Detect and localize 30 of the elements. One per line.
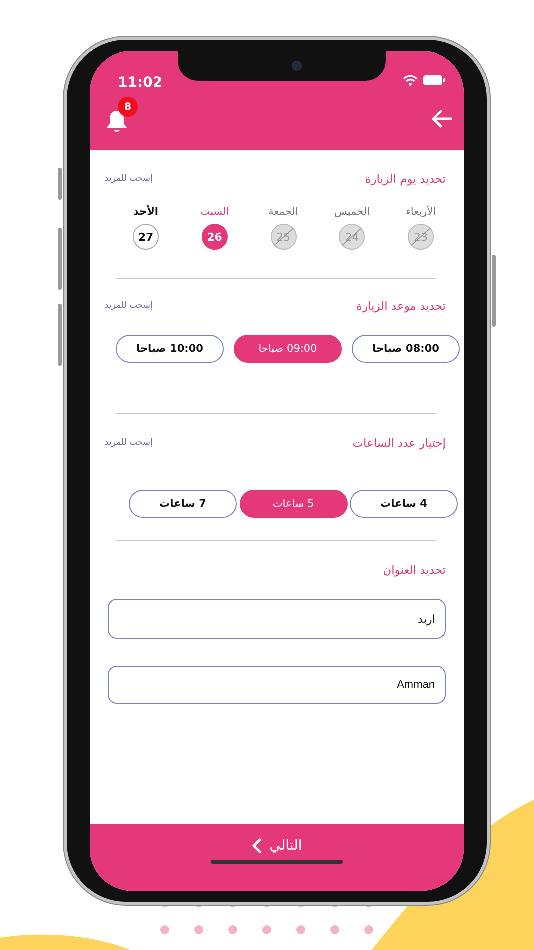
back-arrow-icon[interactable] bbox=[432, 110, 452, 128]
section-title: تحديد العنوان bbox=[383, 563, 446, 577]
bell-icon[interactable] bbox=[106, 109, 128, 133]
status-time: 11:02 bbox=[118, 75, 164, 91]
day-name: الجمعة bbox=[268, 206, 298, 218]
wifi-icon bbox=[403, 75, 418, 86]
option-pill[interactable]: 4 ساعات bbox=[350, 490, 458, 518]
section-title: تحديد يوم الزيارة bbox=[365, 172, 446, 186]
day-name: الخميس bbox=[334, 206, 370, 218]
address-field[interactable]: Amman bbox=[108, 666, 446, 704]
section-title: إختيار عدد الساعات bbox=[352, 436, 446, 450]
battery-icon bbox=[423, 75, 446, 86]
option-pill[interactable]: 09:00 صباحا bbox=[234, 335, 342, 363]
day-name: الأحد bbox=[133, 206, 159, 218]
notification-badge: 8 bbox=[118, 97, 138, 117]
address-field[interactable]: اربد bbox=[108, 599, 446, 639]
option-pill[interactable]: 10:00 صباحا bbox=[116, 335, 224, 363]
day-name: السبت bbox=[200, 206, 230, 218]
date-circle[interactable]: 27 bbox=[133, 224, 159, 250]
swipe-hint: إسحب للمزيد bbox=[105, 301, 153, 311]
date-circle[interactable]: 26 bbox=[202, 224, 228, 250]
swipe-hint: إسحب للمزيد bbox=[105, 438, 153, 448]
option-pill[interactable]: 7 ساعات bbox=[129, 490, 237, 518]
next-button[interactable]: التالي bbox=[246, 836, 308, 856]
day-name: الأربعاء bbox=[406, 206, 436, 218]
chevron-icon bbox=[252, 838, 262, 854]
option-pill[interactable]: 08:00 صباحا bbox=[352, 335, 460, 363]
option-pill[interactable]: 5 ساعات bbox=[240, 490, 348, 518]
section-title: تحديد موعد الزيارة bbox=[356, 299, 446, 313]
swipe-hint: إسحب للمزيد bbox=[105, 174, 153, 184]
